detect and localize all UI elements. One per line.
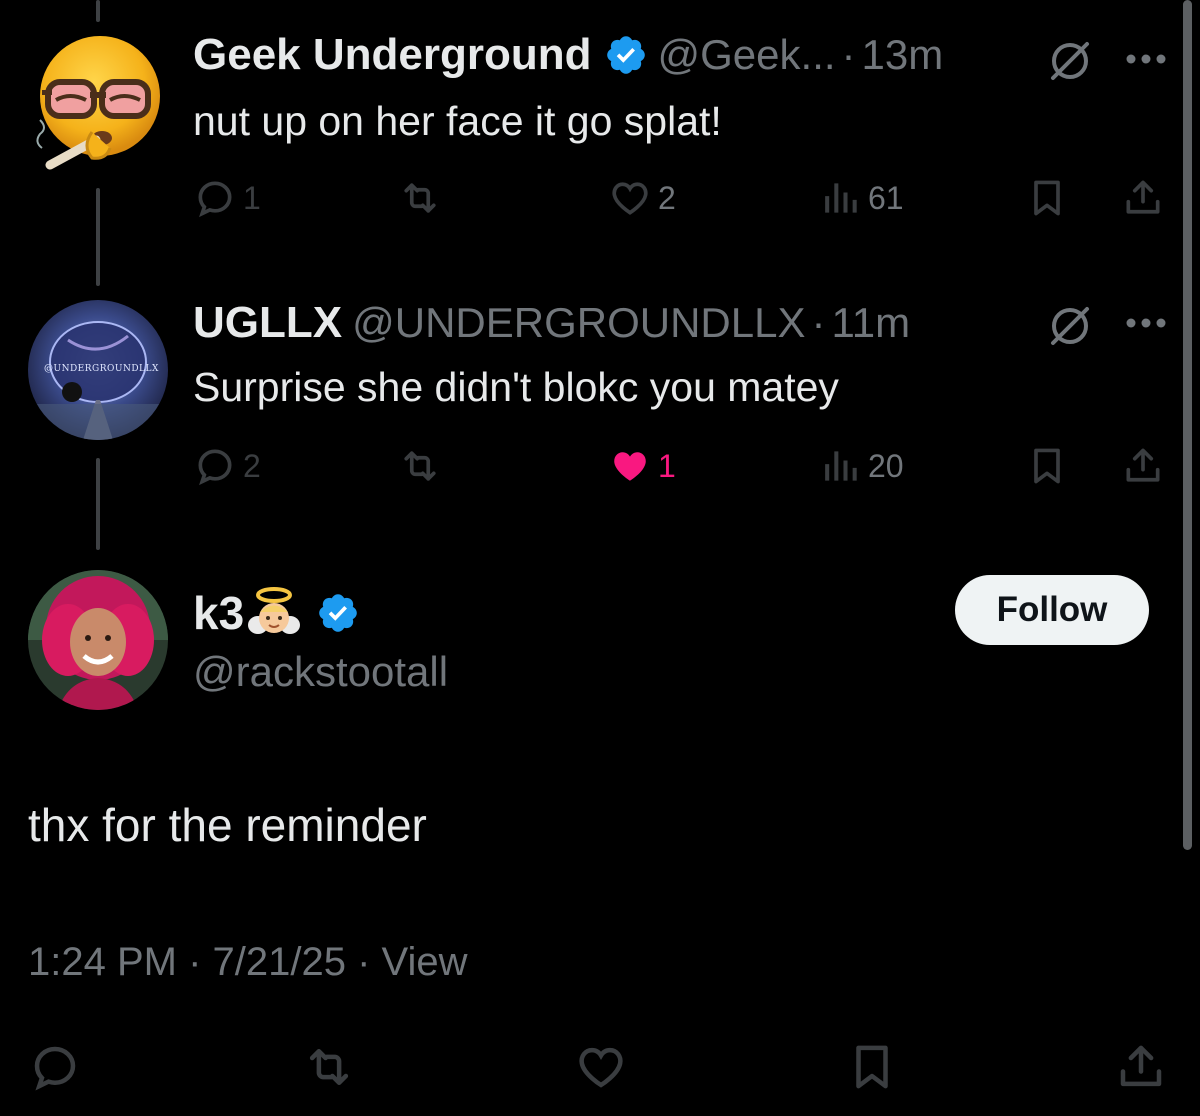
like-icon xyxy=(614,452,646,481)
avatar-geek-underground[interactable] xyxy=(30,30,165,170)
reply-button[interactable]: 2 xyxy=(193,444,261,488)
reply-icon xyxy=(34,1046,76,1091)
author-handle[interactable]: @Geek... xyxy=(658,31,836,79)
tweet-header: Geek Underground @Geek... · 13m xyxy=(193,30,943,80)
tweet-actions: 2 1 20 xyxy=(193,444,1193,494)
thread-line xyxy=(96,188,100,286)
like-button[interactable]: 2 xyxy=(608,176,676,220)
tweet-header: UGLLX @UNDERGROUNDLLX · 11m xyxy=(193,298,910,348)
grok-icon[interactable] xyxy=(1045,301,1095,351)
retweet-icon xyxy=(404,451,436,481)
share-button[interactable] xyxy=(1121,176,1165,220)
retweet-icon xyxy=(309,1049,349,1085)
thread-line xyxy=(96,458,100,550)
like-count: 2 xyxy=(658,179,676,216)
author-name[interactable]: Geek Underground xyxy=(193,30,592,80)
conversation-view: Geek Underground @Geek... · 13m nut up o… xyxy=(0,0,1200,1116)
reply-icon xyxy=(198,449,232,486)
like-button[interactable]: 1 xyxy=(608,444,676,488)
grok-icon[interactable] xyxy=(1045,36,1095,86)
reply-icon xyxy=(198,181,232,218)
verified-icon xyxy=(606,36,645,74)
bookmark-button[interactable] xyxy=(1025,444,1069,488)
thread-line xyxy=(96,0,100,22)
like-button[interactable] xyxy=(574,1040,628,1094)
views-count: 20 xyxy=(868,447,904,484)
tweet-actions: 1 2 61 xyxy=(193,176,1193,226)
retweet-button[interactable] xyxy=(398,444,442,488)
reply-count: 2 xyxy=(243,447,261,484)
bookmark-button[interactable] xyxy=(845,1040,899,1094)
timestamp[interactable]: 11m xyxy=(831,299,910,347)
author-handle[interactable]: @UNDERGROUNDLLX xyxy=(352,299,805,347)
author-name[interactable]: k3 xyxy=(193,586,244,640)
bookmark-button[interactable] xyxy=(1025,176,1069,220)
post-actions xyxy=(0,1040,1200,1100)
retweet-icon xyxy=(404,183,436,213)
views-icon xyxy=(825,183,857,213)
retweet-button[interactable] xyxy=(398,176,442,220)
separator-dot: · xyxy=(811,299,826,346)
tweet-text: Surprise she didn't blokc you matey xyxy=(193,364,839,410)
scrollbar[interactable] xyxy=(1183,0,1192,850)
bookmark-icon xyxy=(856,1045,888,1089)
share-button[interactable] xyxy=(1114,1040,1168,1094)
more-icon[interactable] xyxy=(1124,316,1168,330)
avatar-watermark: @UNDERGROUNDLLX xyxy=(44,364,159,374)
share-icon xyxy=(1120,1045,1162,1087)
views-icon xyxy=(825,451,857,481)
share-button[interactable] xyxy=(1121,444,1165,488)
like-icon xyxy=(579,1047,623,1088)
reply-count: 1 xyxy=(243,179,261,216)
retweet-button[interactable] xyxy=(302,1040,356,1094)
separator-dot: · xyxy=(841,31,856,78)
reply-button[interactable]: 1 xyxy=(193,176,261,220)
post-text: thx for the reminder xyxy=(28,799,427,851)
like-icon xyxy=(612,182,648,215)
author-handle[interactable]: @rackstootall xyxy=(193,648,448,696)
share-icon xyxy=(1126,180,1160,214)
views-count: 61 xyxy=(868,179,904,216)
verified-icon xyxy=(319,594,357,632)
tweet-text: nut up on her face it go splat! xyxy=(193,98,722,144)
more-icon[interactable] xyxy=(1124,52,1168,66)
post-meta[interactable]: 1:24 PM · 7/21/25 · View xyxy=(28,940,468,985)
reply-button[interactable] xyxy=(28,1040,82,1094)
avatar-ugllx[interactable]: @UNDERGROUNDLLX xyxy=(28,300,168,440)
follow-button[interactable]: Follow xyxy=(955,575,1149,645)
share-icon xyxy=(1126,448,1160,482)
author-name[interactable]: UGLLX xyxy=(193,298,342,348)
main-author: k3 xyxy=(193,585,360,641)
bookmark-icon xyxy=(1034,180,1060,216)
like-count: 1 xyxy=(658,447,676,484)
views-button[interactable]: 20 xyxy=(818,444,904,488)
avatar-k3[interactable] xyxy=(28,570,168,710)
angel-emoji-icon xyxy=(248,587,301,634)
bookmark-icon xyxy=(1034,448,1060,484)
timestamp[interactable]: 13m xyxy=(862,31,944,79)
views-button[interactable]: 61 xyxy=(818,176,904,220)
